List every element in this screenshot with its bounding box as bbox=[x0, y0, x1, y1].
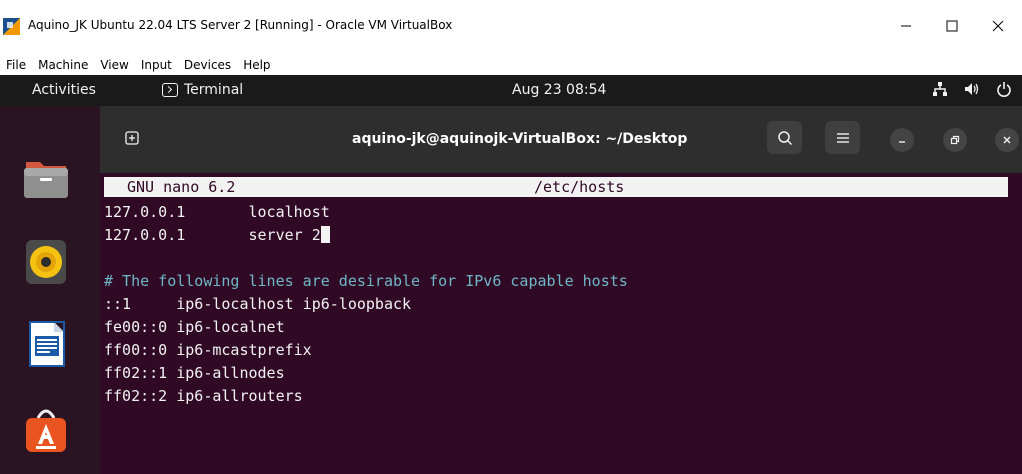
terminal-window: aquino-jk@aquinojk-VirtualBox: ~/Desktop bbox=[100, 106, 1022, 474]
virtualbox-menubar: File Machine View Input Devices Help bbox=[0, 54, 1022, 75]
close-icon bbox=[1003, 136, 1011, 144]
maximize-icon bbox=[946, 20, 958, 32]
hosts-line: 127.0.0.1 server 2 bbox=[104, 226, 321, 244]
ubuntu-software-icon[interactable] bbox=[22, 406, 70, 454]
window-close-button[interactable] bbox=[975, 8, 1021, 44]
minimize-icon bbox=[899, 141, 905, 143]
hosts-comment-line: # The following lines are desirable for … bbox=[104, 272, 628, 290]
window-title: Aquino_JK Ubuntu 22.04 LTS Server 2 [Run… bbox=[28, 18, 453, 32]
menu-input[interactable]: Input bbox=[135, 58, 178, 72]
hosts-line: fe00::0 ip6-localnet bbox=[104, 318, 285, 336]
window-maximize-button[interactable] bbox=[929, 8, 975, 44]
nano-filename: /etc/hosts bbox=[534, 178, 625, 196]
hosts-line: ff00::0 ip6-mcastprefix bbox=[104, 341, 312, 359]
new-tab-icon bbox=[124, 130, 139, 145]
clock[interactable]: Aug 23 08:54 bbox=[512, 82, 606, 98]
system-tray[interactable] bbox=[932, 81, 1012, 97]
menu-view[interactable]: View bbox=[94, 58, 134, 72]
terminal-close-button[interactable] bbox=[995, 128, 1019, 152]
menu-devices[interactable]: Devices bbox=[178, 58, 237, 72]
restore-icon bbox=[950, 135, 960, 145]
volume-icon bbox=[965, 83, 979, 95]
ubuntu-dock bbox=[0, 106, 100, 474]
text-cursor bbox=[320, 226, 330, 243]
new-tab-button[interactable] bbox=[114, 121, 149, 154]
window-minimize-button[interactable] bbox=[883, 8, 929, 44]
terminal-content[interactable]: GNU nano 6.2 /etc/hosts 127.0.0.1 localh… bbox=[100, 173, 1022, 474]
terminal-minimize-button[interactable] bbox=[890, 128, 914, 152]
guest-display: Activities Terminal Aug 23 08:54 aquino-… bbox=[0, 75, 1022, 474]
hamburger-icon bbox=[836, 132, 849, 143]
network-icon bbox=[933, 82, 947, 96]
nano-version: GNU nano 6.2 bbox=[127, 178, 236, 196]
hamburger-menu-button[interactable] bbox=[825, 121, 860, 154]
virtualbox-icon bbox=[3, 18, 20, 35]
hosts-line-edited: 127.0.0.1 server 2 bbox=[104, 225, 330, 245]
virtualbox-titlebar: Aquino_JK Ubuntu 22.04 LTS Server 2 [Run… bbox=[0, 0, 1022, 54]
app-menu-button[interactable]: Terminal bbox=[162, 82, 243, 98]
gnome-top-bar: Activities Terminal Aug 23 08:54 bbox=[0, 75, 1022, 106]
hosts-line: ::1 ip6-localhost ip6-loopback bbox=[104, 295, 412, 313]
terminal-maximize-button[interactable] bbox=[943, 128, 967, 152]
rhythmbox-icon[interactable] bbox=[22, 238, 70, 286]
power-icon bbox=[997, 82, 1011, 97]
menu-machine[interactable]: Machine bbox=[32, 58, 94, 72]
close-icon bbox=[992, 20, 1004, 32]
hosts-line: ff02::1 ip6-allnodes bbox=[104, 364, 285, 382]
search-icon bbox=[777, 130, 792, 145]
search-button[interactable] bbox=[767, 121, 802, 154]
activities-button[interactable]: Activities bbox=[32, 82, 96, 98]
hosts-line: 127.0.0.1 localhost bbox=[104, 203, 330, 221]
terminal-title: aquino-jk@aquinojk-VirtualBox: ~/Desktop bbox=[352, 131, 688, 147]
menu-file[interactable]: File bbox=[0, 58, 32, 72]
menu-help[interactable]: Help bbox=[237, 58, 276, 72]
nano-title-bar: GNU nano 6.2 /etc/hosts bbox=[104, 177, 1008, 197]
minimize-icon bbox=[901, 25, 911, 27]
hosts-line: ff02::2 ip6-allrouters bbox=[104, 387, 303, 405]
app-menu-label: Terminal bbox=[184, 82, 244, 98]
terminal-headerbar: aquino-jk@aquinojk-VirtualBox: ~/Desktop bbox=[100, 106, 1022, 173]
files-icon[interactable] bbox=[22, 154, 70, 202]
libreoffice-writer-icon[interactable] bbox=[22, 320, 70, 368]
terminal-icon bbox=[162, 83, 178, 97]
